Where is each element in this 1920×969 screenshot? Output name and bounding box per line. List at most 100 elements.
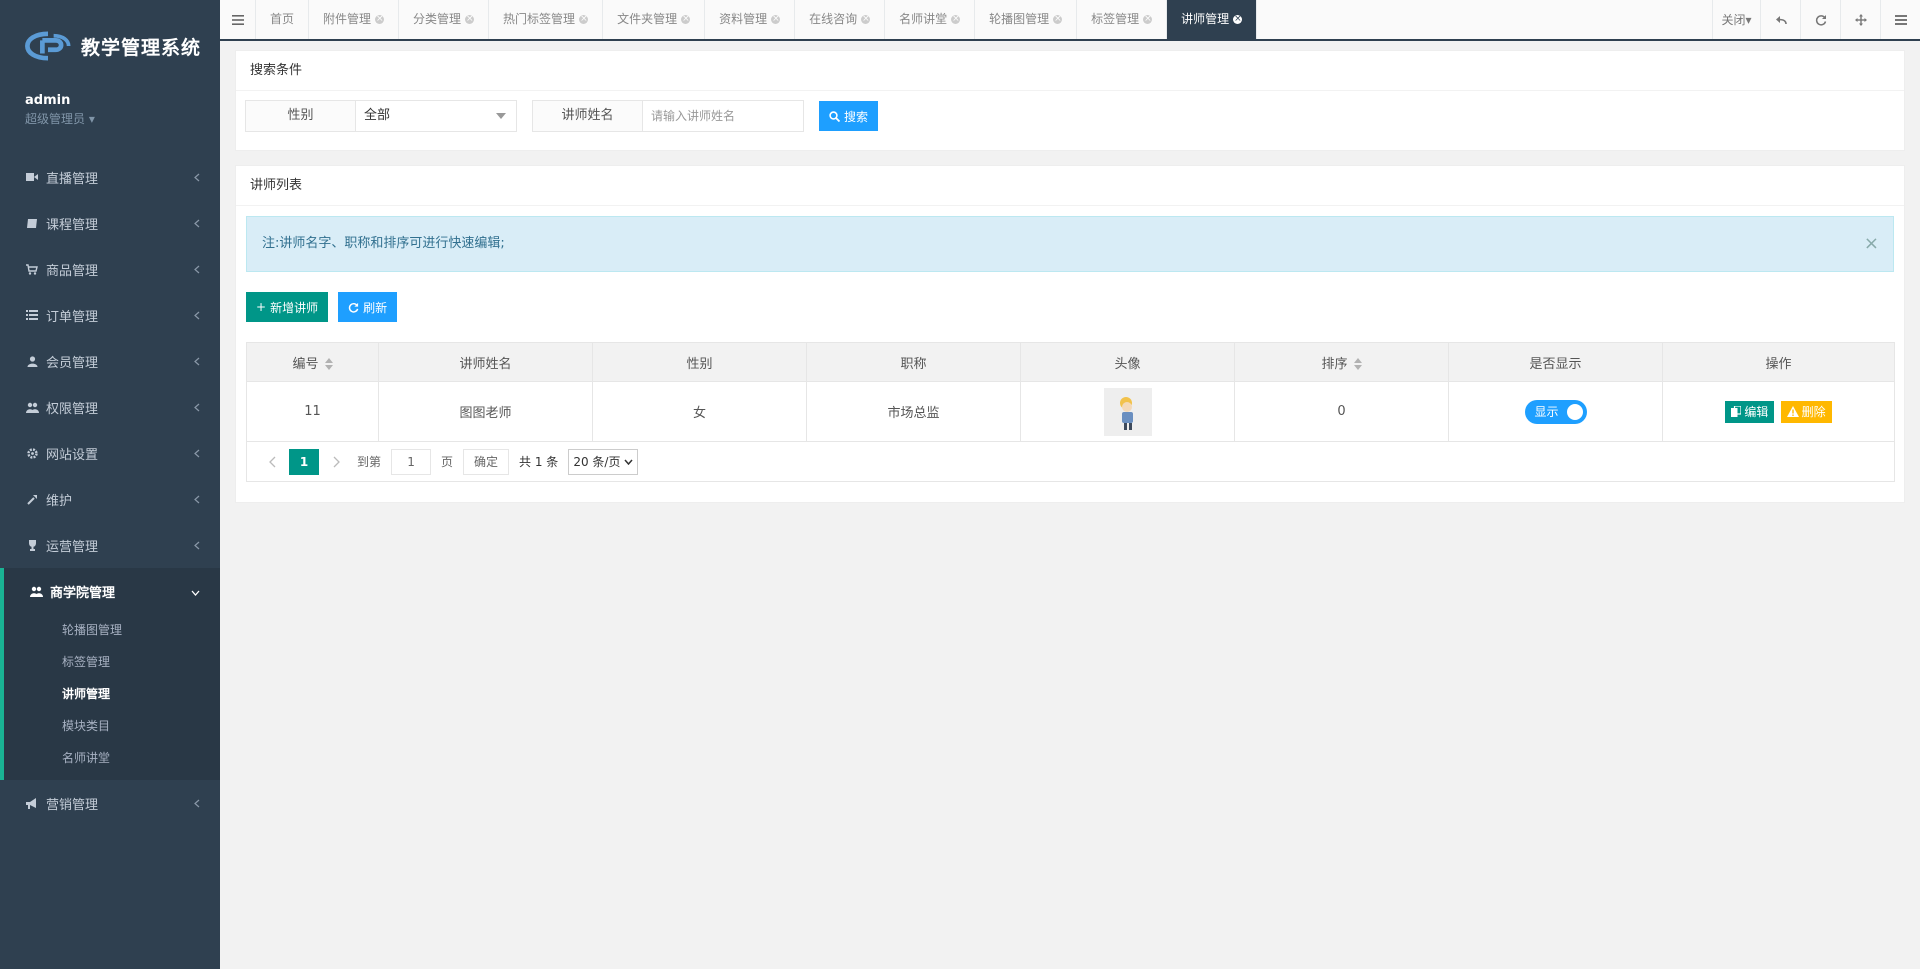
page-size-select[interactable]: 20 条/页 [568,448,639,475]
close-tab-icon[interactable] [1053,10,1063,28]
cell-id: 11 [246,381,379,442]
sidebar-item-marketing[interactable]: 营销管理 [0,780,220,826]
search-button[interactable]: 搜索 [819,101,879,131]
toolbar: + 新增讲师 刷新 [236,292,1904,342]
cell-gender: 女 [592,381,807,442]
theme-button[interactable] [1880,0,1920,39]
column-header-sort[interactable]: 排序 [1234,342,1449,382]
list-icon [25,308,39,322]
user-role-dropdown[interactable]: 超级管理员 ▾ [25,110,195,128]
sidebar-item-operation[interactable]: 运营管理 [0,522,220,568]
wrench-icon [25,492,39,506]
fullscreen-button[interactable] [1840,0,1880,39]
menu-icon [1894,14,1907,25]
tab-carousel[interactable]: 轮播图管理 [975,0,1078,39]
sidebar-item-label: 商品管理 [46,263,99,279]
close-tab-icon[interactable] [375,10,385,28]
hamburger-icon [231,14,244,25]
chevron-left-icon [194,171,200,186]
column-header-id[interactable]: 编号 [246,342,379,382]
list-panel-title: 讲师列表 [236,166,1904,206]
column-header-display: 是否显示 [1448,342,1663,382]
sidebar-item-member[interactable]: 会员管理 [0,338,220,384]
close-tab-icon[interactable] [579,10,589,28]
cell-actions: 编辑 删除 [1662,381,1895,442]
submenu-item-carousel[interactable]: 轮播图管理 [4,614,220,646]
next-page-button[interactable] [323,449,349,475]
cart-icon [25,262,39,276]
refresh-button[interactable]: 刷新 [338,292,398,322]
sidebar-item-live[interactable]: 直播管理 [0,154,220,200]
close-tab-icon[interactable] [1233,10,1243,28]
close-tab-icon[interactable] [681,10,691,28]
sidebar-item-settings[interactable]: 网站设置 [0,430,220,476]
sidebar-item-course[interactable]: 课程管理 [0,200,220,246]
close-tab-icon[interactable] [861,10,871,28]
avatar-image [1103,387,1152,436]
sort-icon[interactable] [324,358,333,370]
display-toggle[interactable]: 显示 [1524,399,1587,424]
lecturer-name-input[interactable] [643,101,803,131]
sidebar-item-label: 商学院管理 [50,585,116,601]
prev-page-button[interactable] [259,449,285,475]
tab-tags[interactable]: 标签管理 [1077,0,1168,39]
search-form: 性别 全部 讲师姓名 搜索 [236,91,1904,150]
tab-famous-teacher[interactable]: 名师讲堂 [885,0,976,39]
lecturer-list-panel: 讲师列表 注:讲师名字、职称和排序可进行快速编辑; × + 新增讲师 刷新 编号… [235,165,1905,503]
tab-folders[interactable]: 文件夹管理 [603,0,706,39]
tab-categories[interactable]: 分类管理 [399,0,490,39]
goto-confirm-button[interactable]: 确定 [463,448,510,475]
sidebar-item-maintenance[interactable]: 维护 [0,476,220,522]
close-tab-icon[interactable] [1143,10,1153,28]
sidebar-item-business-school[interactable]: 商学院管理 [4,568,220,614]
add-lecturer-button[interactable]: + 新增讲师 [246,292,329,322]
gender-select[interactable]: 全部 [356,101,516,131]
tab-lecturers[interactable]: 讲师管理 [1167,0,1258,39]
chevron-down-icon [624,459,634,465]
sidebar-item-permission[interactable]: 权限管理 [0,384,220,430]
users-icon [25,400,39,414]
sidebar-item-label: 权限管理 [46,401,99,417]
menu-toggle-button[interactable] [220,0,256,39]
sort-icon[interactable] [1353,358,1362,370]
sidebar-item-label: 运营管理 [46,539,99,555]
edit-button[interactable]: 编辑 [1725,400,1775,423]
cell-title[interactable]: 市场总监 [806,381,1021,442]
sidebar-item-goods[interactable]: 商品管理 [0,246,220,292]
user-name: admin [25,93,71,108]
close-tab-icon[interactable] [465,10,475,28]
search-panel-title: 搜索条件 [236,51,1904,91]
gear-icon [25,446,39,460]
chevron-left-icon [194,355,200,370]
tab-online-consult[interactable]: 在线咨询 [795,0,886,39]
delete-button[interactable]: 删除 [1780,400,1832,423]
back-button[interactable] [1760,0,1800,39]
search-icon [829,110,840,122]
sidebar-item-label: 课程管理 [46,217,99,233]
close-icon[interactable]: × [1864,217,1879,271]
sidebar-item-order[interactable]: 订单管理 [0,292,220,338]
goto-page-input[interactable] [391,448,432,475]
cell-name[interactable]: 图图老师 [378,381,593,442]
cell-sort[interactable]: 0 [1234,381,1449,442]
tab-materials[interactable]: 资料管理 [705,0,796,39]
refresh-tab-button[interactable] [1800,0,1840,39]
close-tab-icon[interactable] [951,10,961,28]
submenu-item-famous-teacher[interactable]: 名师讲堂 [4,742,220,774]
avatar[interactable] [1103,387,1152,436]
caret-down-icon: ▾ [88,112,95,126]
tab-home[interactable]: 首页 [256,0,310,39]
topbar: 首页 附件管理 分类管理 热门标签管理 文件夹管理 资料管理 在线咨询 名师讲堂… [220,0,1920,41]
current-page[interactable]: 1 [289,448,319,475]
chevron-left-icon [194,493,200,508]
move-icon [1854,13,1867,26]
submenu-item-tags[interactable]: 标签管理 [4,646,220,678]
user-profile[interactable]: admin 超级管理员 ▾ [0,92,220,142]
tab-hot-tags[interactable]: 热门标签管理 [489,0,604,39]
submenu-item-lecturers[interactable]: 讲师管理 [4,678,220,710]
tab-attachments[interactable]: 附件管理 [309,0,400,39]
submenu-item-module-category[interactable]: 模块类目 [4,710,220,742]
close-tab-icon[interactable] [771,10,781,28]
close-tabs-dropdown[interactable]: 关闭 ▾ [1712,0,1760,39]
notice-text: 注:讲师名字、职称和排序可进行快速编辑; [262,236,505,251]
